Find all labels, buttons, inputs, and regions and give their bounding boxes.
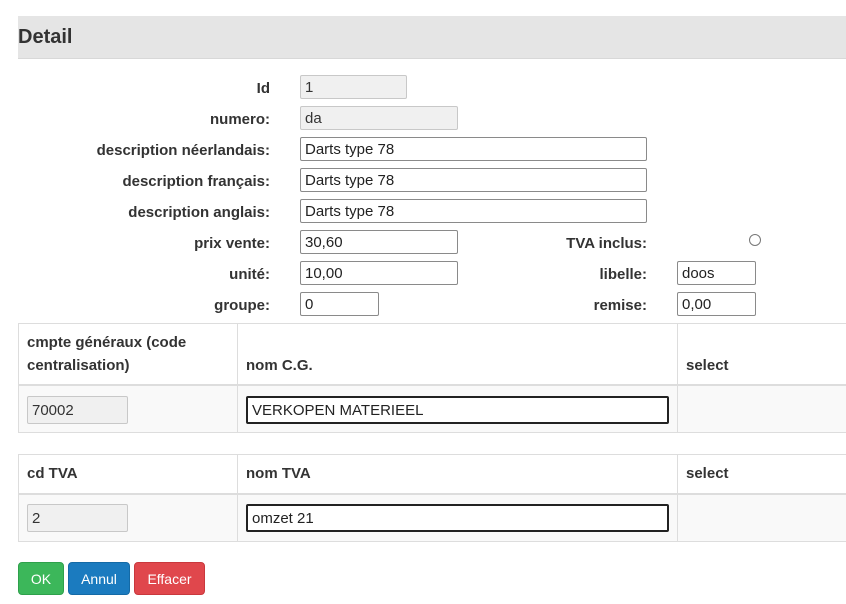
unite-field[interactable] [300, 261, 458, 285]
tva-name-field[interactable] [246, 504, 669, 532]
tva-inclus-radio[interactable] [749, 234, 761, 246]
tva-col-divider [677, 454, 678, 542]
tva-select-header: select [686, 465, 729, 482]
remise-field[interactable] [677, 292, 756, 316]
cg-name-field[interactable] [246, 396, 669, 424]
cg-name-header: nom C.G. [246, 357, 313, 374]
id-label: Id [256, 80, 270, 97]
description-fr-field[interactable] [300, 168, 647, 192]
tva-code-header: cd TVA [27, 465, 78, 482]
tva-inclus-label: TVA inclus: [566, 235, 647, 252]
cg-left-border [18, 323, 19, 433]
remise-label: remise: [593, 297, 647, 314]
cg-col-divider [677, 323, 678, 433]
description-nl-field[interactable] [300, 137, 647, 161]
prix-vente-field[interactable] [300, 230, 458, 254]
tva-col-divider [237, 454, 238, 542]
effacer-button[interactable]: Effacer [134, 562, 205, 595]
tva-name-header: nom TVA [246, 465, 311, 482]
annul-button[interactable]: Annul [68, 562, 130, 595]
libelle-field[interactable] [677, 261, 756, 285]
id-field [300, 75, 407, 99]
ok-button[interactable]: OK [18, 562, 64, 595]
unite-label: unité: [229, 266, 270, 283]
libelle-label: libelle: [599, 266, 647, 283]
description-fr-label: description français: [122, 173, 270, 190]
page-title: Detail [18, 26, 73, 48]
detail-header: Detail [18, 16, 846, 59]
cg-select-header: select [686, 357, 729, 374]
cg-col-divider [237, 323, 238, 433]
groupe-field[interactable] [300, 292, 379, 316]
tva-left-border [18, 454, 19, 542]
cg-code-header: cmpte généraux (code centralisation) [27, 334, 187, 374]
description-nl-label: description néerlandais: [96, 142, 270, 159]
numero-label: numero: [210, 111, 270, 128]
description-en-field[interactable] [300, 199, 647, 223]
groupe-label: groupe: [214, 297, 270, 314]
tva-code-field [27, 504, 128, 532]
cg-code-field [27, 396, 128, 424]
numero-field [300, 106, 458, 130]
prix-vente-label: prix vente: [194, 235, 270, 252]
description-en-label: description anglais: [128, 204, 270, 221]
